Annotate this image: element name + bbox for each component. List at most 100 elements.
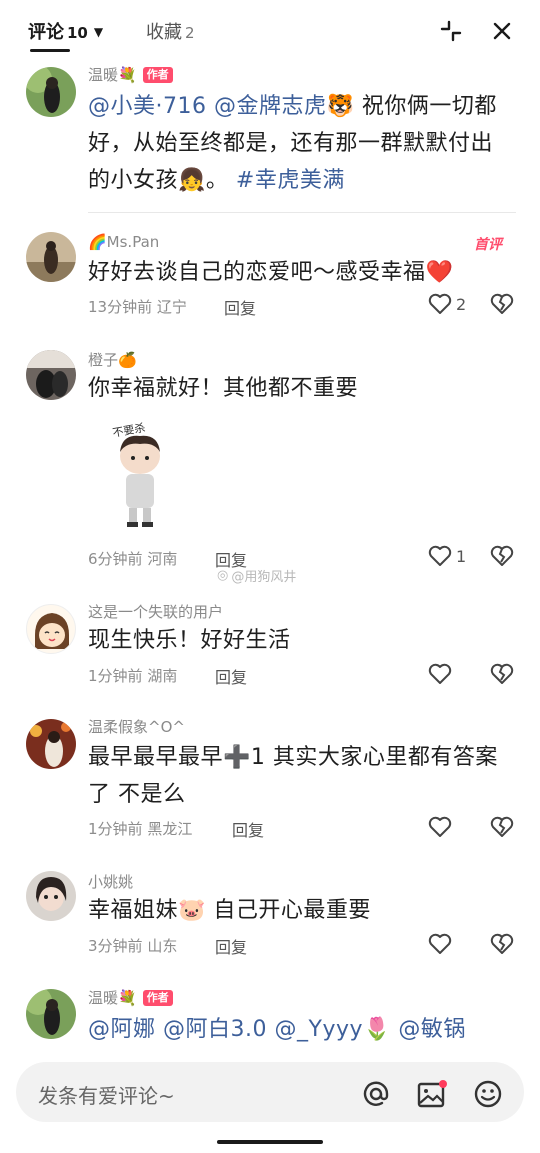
comment-username[interactable]: 温暖💐 作者 (88, 987, 173, 1008)
image-icon[interactable] (415, 1077, 449, 1111)
hashtag-link[interactable]: #幸虎美满 (236, 168, 345, 193)
tab-favorites-label: 收藏 (146, 22, 182, 43)
comment-username[interactable]: 温柔假象^O^ (88, 716, 185, 737)
comment-input[interactable]: 发条有爱评论~ (16, 1062, 524, 1122)
comment-text: 你幸福就好！其他都不重要 (88, 376, 359, 401)
comment-meta: 1分钟前 湖南 (88, 665, 177, 686)
broken-heart-icon (490, 545, 514, 566)
heart-icon (428, 816, 452, 837)
favorites-count: 2 (185, 24, 195, 42)
watermark-text: @用狗风井 (231, 570, 297, 585)
username-text: 小姚姚 (88, 873, 134, 891)
avatar[interactable] (26, 350, 76, 400)
reply-button[interactable]: 回复 (215, 934, 247, 958)
reply-button[interactable]: 回复 (215, 664, 247, 688)
comment-time: 3分钟前 (88, 937, 143, 955)
comment-input-bar: 发条有爱评论~ (0, 1054, 540, 1153)
comment-time: 13分钟前 (88, 298, 153, 316)
divider (88, 212, 516, 213)
comment-panel-header: 评论 10 ▼ 收藏 2 (0, 0, 540, 60)
like-button[interactable]: 2 (428, 293, 466, 315)
tab-favorites[interactable]: 收藏 2 (146, 18, 195, 44)
tab-comments-label: 评论 (28, 22, 64, 43)
comment-meta: 6分钟前 河南 (88, 548, 177, 569)
avatar[interactable] (26, 604, 76, 654)
dislike-button[interactable] (490, 545, 514, 571)
heart-icon (428, 933, 452, 954)
comment-username[interactable]: 这是一个失联的用户 (88, 601, 223, 622)
first-comment-badge: 首评 (474, 237, 502, 253)
avatar[interactable] (26, 989, 76, 1039)
mention-link[interactable]: @_Yyyy🌷 (275, 1017, 391, 1042)
comment-text: 幸福姐妹🐷 自己开心最重要 (88, 898, 371, 923)
username-text: 这是一个失联的用户 (88, 603, 224, 621)
comment-username[interactable]: 橙子🍊 (88, 349, 137, 370)
username-text: 橙子🍊 (88, 351, 137, 369)
at-icon[interactable] (359, 1077, 393, 1111)
emoji-icon[interactable] (471, 1077, 505, 1111)
comment-username[interactable]: 温暖💐 作者 (88, 64, 173, 85)
heart-icon (428, 545, 452, 566)
comment-username[interactable]: 🌈Ms.Pan (88, 233, 159, 251)
heart-icon (428, 293, 452, 314)
broken-heart-icon (490, 816, 514, 837)
watermark: ◎ @用狗风井 (217, 566, 296, 585)
comment-location: 黑龙江 (147, 820, 193, 838)
reply-button[interactable]: 回复 (232, 817, 264, 841)
close-icon[interactable] (489, 18, 515, 44)
comment-location: 湖南 (147, 667, 178, 685)
input-placeholder: 发条有爱评论~ (38, 1084, 175, 1108)
comment-text: 现生快乐！好好生活 (88, 628, 291, 653)
avatar[interactable] (26, 871, 76, 921)
home-indicator[interactable] (217, 1140, 323, 1144)
mention-link[interactable]: @金牌志虎🐯 (214, 94, 354, 119)
active-tab-indicator (30, 49, 70, 52)
collapse-icon[interactable] (438, 18, 464, 44)
mention-link[interactable]: @小美·716 (88, 94, 207, 119)
weibo-icon: ◎ (217, 568, 229, 583)
comment-location: 山东 (147, 937, 178, 955)
comment-meta: 3分钟前 山东 (88, 935, 177, 956)
comment-time: 1分钟前 (88, 667, 143, 685)
username-text: 🌈Ms.Pan (88, 233, 160, 251)
username-text: 温暖💐 (88, 66, 137, 84)
comment-location: 河南 (147, 550, 178, 568)
like-count: 1 (456, 546, 467, 566)
comment-meta: 1分钟前 黑龙江 (88, 818, 192, 839)
avatar[interactable] (26, 719, 76, 769)
author-badge: 作者 (142, 989, 173, 1006)
author-badge: 作者 (142, 66, 173, 83)
avatar[interactable] (26, 232, 76, 282)
comments-count: 10 (67, 24, 88, 42)
dislike-button[interactable] (490, 663, 514, 689)
dislike-button[interactable] (490, 293, 514, 319)
mention-link[interactable]: @阿娜 (88, 1017, 156, 1042)
comment-username[interactable]: 小姚姚 (88, 871, 133, 892)
chevron-down-icon[interactable]: ▼ (94, 25, 103, 39)
like-button[interactable]: 1 (428, 545, 466, 567)
broken-heart-icon (490, 663, 514, 684)
comment-text: 最早最早最早➕1 其实大家心里都有答案了 不是么 (88, 745, 498, 807)
comment-text: @小美·716 @金牌志虎🐯 祝你俩一切都好，从始至终都是，还有那一群默默付出的… (88, 88, 508, 199)
like-count: 2 (456, 294, 467, 314)
dislike-button[interactable] (490, 933, 514, 959)
tab-comments[interactable]: 评论 10 ▼ (28, 18, 103, 44)
avatar[interactable] (26, 67, 76, 117)
like-button[interactable] (428, 933, 452, 955)
username-text: 温柔假象^O^ (88, 718, 185, 736)
mention-link[interactable]: @阿白3.0 (163, 1017, 267, 1042)
sticker-image[interactable]: 不要杀 (100, 412, 180, 530)
like-button[interactable] (428, 816, 452, 838)
comment-time: 1分钟前 (88, 820, 143, 838)
reply-button[interactable]: 回复 (224, 295, 256, 319)
comment-time: 6分钟前 (88, 550, 143, 568)
broken-heart-icon (490, 933, 514, 954)
broken-heart-icon (490, 293, 514, 314)
mention-link[interactable]: @敏锅 (398, 1017, 466, 1042)
heart-icon (428, 663, 452, 684)
like-button[interactable] (428, 663, 452, 685)
dislike-button[interactable] (490, 816, 514, 842)
comment-meta: 13分钟前 辽宁 (88, 296, 187, 317)
comment-text: 好好去谈自己的恋爱吧～感受幸福❤️ (88, 260, 454, 285)
comment-location: 辽宁 (156, 298, 187, 316)
